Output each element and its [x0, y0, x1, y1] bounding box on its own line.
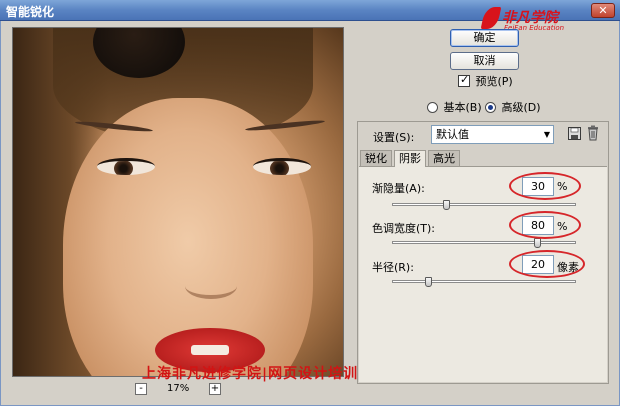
zoom-controls: - 17% + — [135, 383, 225, 398]
mode-advanced-radio[interactable] — [485, 101, 496, 113]
watermark-text: 上海非凡进修学院|网页设计培训 — [142, 366, 359, 382]
fade-amount-slider-thumb[interactable] — [442, 200, 450, 210]
trash-icon[interactable] — [587, 125, 599, 141]
radius-slider[interactable] — [392, 277, 576, 287]
tab-sharpen[interactable]: 锐化 — [360, 150, 392, 166]
chevron-down-icon: ▼ — [543, 130, 550, 139]
nose — [185, 273, 237, 299]
mode-basic-row[interactable]: 基本(B) — [427, 99, 482, 115]
settings-label: 设置(S): — [373, 131, 415, 144]
teeth — [191, 345, 229, 355]
preview-checkbox[interactable] — [458, 73, 470, 87]
annotation-circle — [509, 250, 585, 278]
eye-left — [97, 158, 155, 175]
tonal-width-slider[interactable] — [392, 238, 576, 248]
annotation-circle — [509, 172, 581, 200]
fade-amount-label: 渐隐量(A): — [372, 182, 425, 195]
close-button[interactable]: ✕ — [591, 3, 615, 18]
mode-basic-label: 基本(B) — [443, 101, 482, 114]
zoom-out-button[interactable]: - — [135, 383, 147, 395]
preview-checkbox-label: 预览(P) — [475, 75, 513, 88]
preview-image[interactable] — [12, 27, 344, 377]
mode-basic-radio[interactable] — [427, 101, 438, 113]
eye-right — [253, 158, 311, 175]
cancel-button[interactable]: 取消 — [450, 52, 519, 70]
tonal-width-label: 色调宽度(T): — [372, 222, 436, 235]
tab-highlight[interactable]: 高光 — [428, 150, 460, 166]
preview-checkbox-row[interactable]: 预览(P) — [458, 73, 513, 89]
zoom-level: 17% — [167, 383, 190, 394]
radius-slider-thumb[interactable] — [424, 277, 432, 287]
save-settings-icon[interactable] — [568, 127, 581, 140]
mode-advanced-label: 高级(D) — [501, 101, 541, 114]
annotation-circle — [509, 211, 581, 239]
ok-button[interactable]: 确定 — [450, 29, 519, 47]
radius-label: 半径(R): — [372, 261, 414, 274]
fade-amount-slider[interactable] — [392, 200, 576, 210]
settings-select[interactable]: 默认值 ▼ — [431, 125, 554, 144]
logo-mark-icon — [480, 7, 502, 29]
tab-shadow[interactable]: 阴影 — [394, 150, 426, 167]
zoom-in-button[interactable]: + — [209, 383, 221, 395]
mode-advanced-row[interactable]: 高级(D) — [485, 99, 541, 115]
tonal-width-slider-thumb[interactable] — [533, 238, 541, 248]
window-title: 智能锐化 — [6, 5, 55, 19]
settings-select-value: 默认值 — [436, 128, 469, 141]
